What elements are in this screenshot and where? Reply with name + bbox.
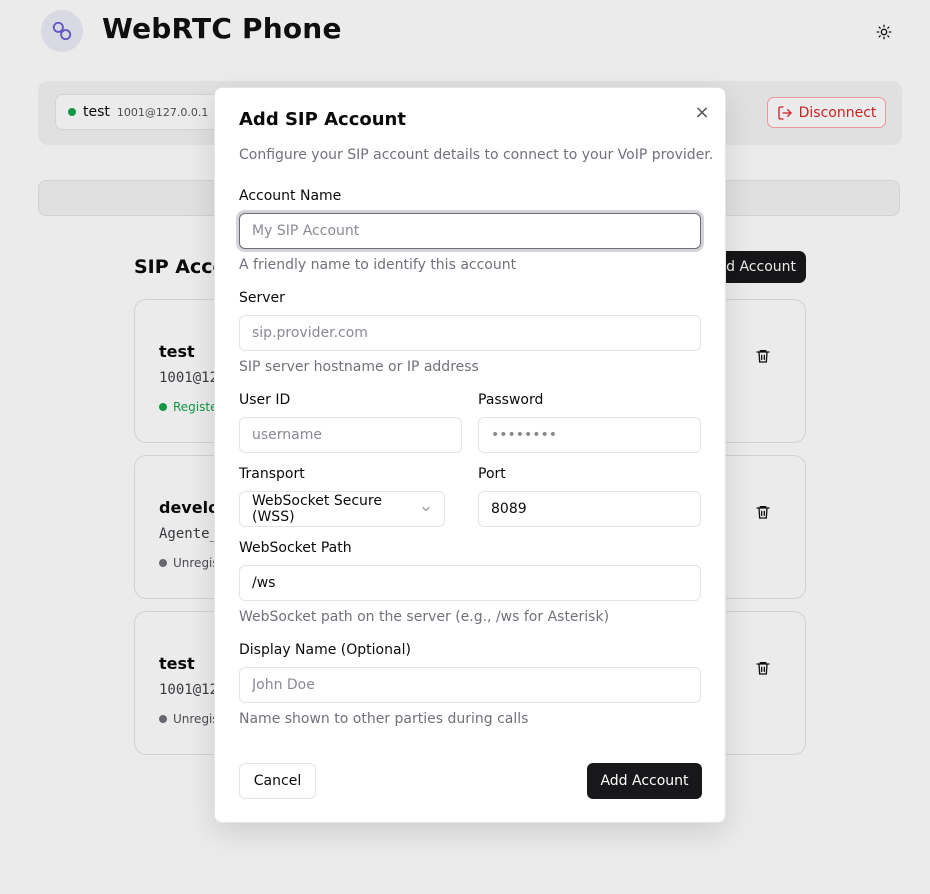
dialog-title: Add SIP Account bbox=[239, 109, 406, 130]
transport-select[interactable]: WebSocket Secure (WSS) bbox=[239, 491, 445, 527]
close-icon[interactable]: × bbox=[692, 102, 712, 123]
add-sip-account-dialog: × Add SIP Account Configure your SIP acc… bbox=[214, 87, 726, 823]
cancel-button[interactable]: Cancel bbox=[239, 763, 316, 799]
user-id-label: User ID bbox=[239, 392, 291, 408]
ws-path-hint: WebSocket path on the server (e.g., /ws … bbox=[239, 609, 610, 625]
add-account-button[interactable]: Add Account bbox=[587, 763, 702, 799]
port-input[interactable] bbox=[478, 491, 701, 527]
server-label: Server bbox=[239, 290, 285, 306]
account-name-hint: A friendly name to identify this account bbox=[239, 257, 517, 273]
user-id-input[interactable] bbox=[239, 417, 462, 453]
password-input[interactable] bbox=[478, 417, 701, 453]
transport-value: WebSocket Secure (WSS) bbox=[252, 493, 382, 525]
dialog-description: Configure your SIP account details to co… bbox=[239, 147, 714, 163]
display-name-label: Display Name (Optional) bbox=[239, 642, 411, 658]
ws-path-input[interactable] bbox=[239, 565, 701, 601]
account-name-label: Account Name bbox=[239, 188, 342, 204]
account-name-input[interactable] bbox=[239, 213, 701, 249]
display-name-input[interactable] bbox=[239, 667, 701, 703]
server-input[interactable] bbox=[239, 315, 701, 351]
display-name-hint: Name shown to other parties during calls bbox=[239, 711, 529, 727]
ws-path-label: WebSocket Path bbox=[239, 540, 352, 556]
password-label: Password bbox=[478, 392, 544, 408]
server-hint: SIP server hostname or IP address bbox=[239, 359, 479, 375]
chevron-down-icon bbox=[420, 503, 432, 515]
port-label: Port bbox=[478, 466, 506, 482]
transport-label: Transport bbox=[239, 466, 305, 482]
